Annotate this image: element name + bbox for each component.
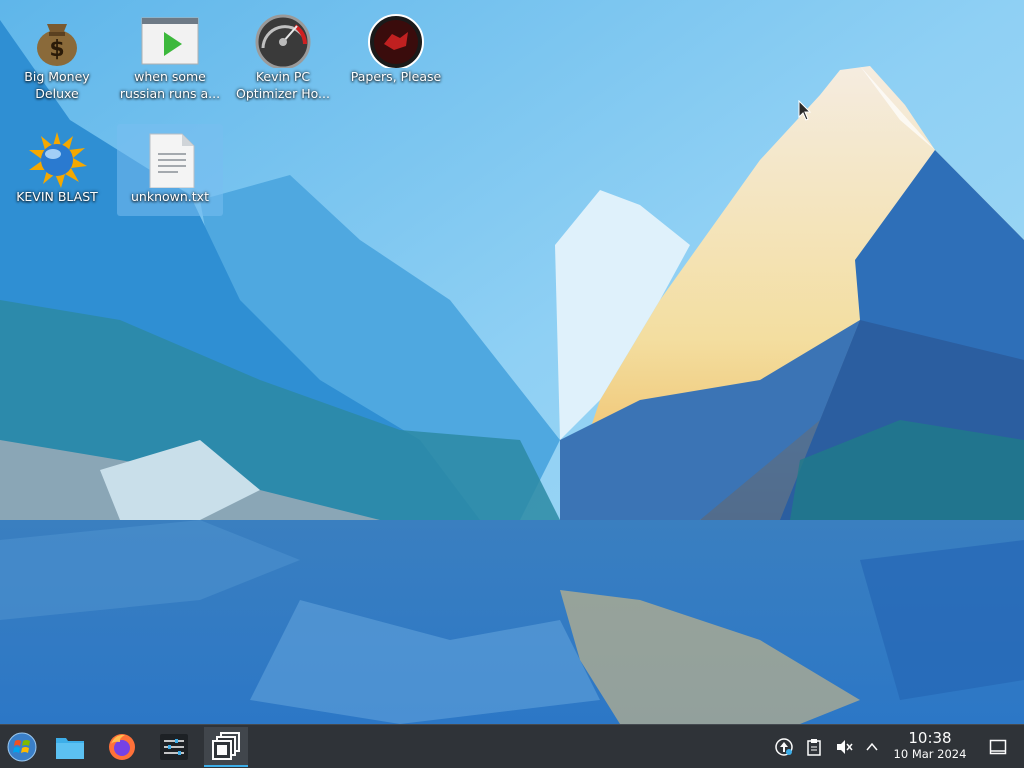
- clipboard-icon[interactable]: [804, 737, 824, 757]
- clock[interactable]: 10:38 10 Mar 2024: [886, 729, 974, 761]
- svg-text:$: $: [49, 37, 64, 62]
- firefox-icon: [109, 734, 135, 760]
- text-file-icon: [138, 132, 202, 189]
- desktop-icon-papers-please[interactable]: Papers, Please: [343, 4, 449, 96]
- start-menu-icon: [7, 732, 37, 762]
- sun-globe-icon: [25, 132, 89, 188]
- start-menu-button[interactable]: [0, 727, 44, 767]
- settings-icon: [160, 734, 188, 760]
- window-switcher-button[interactable]: [204, 727, 248, 767]
- wallpaper: [0, 0, 1024, 724]
- desktop-icon-label: KEVIN BLAST: [16, 189, 98, 204]
- desktop-icon-label: Kevin PC Optimizer Ho...: [236, 69, 330, 101]
- desktop-icon-label: Papers, Please: [350, 69, 442, 84]
- file-manager-button[interactable]: [48, 727, 92, 767]
- money-bag-icon: $: [25, 12, 89, 68]
- desktop-icon-big-money-deluxe[interactable]: $ Big Money Deluxe: [4, 4, 110, 101]
- window-switcher-icon: [212, 732, 240, 760]
- desktop-icon-video[interactable]: when some russian runs a...: [117, 4, 223, 101]
- papers-please-icon: [364, 12, 428, 70]
- clock-time: 10:38: [908, 729, 952, 747]
- desktop-icon-label: Big Money Deluxe: [24, 69, 90, 101]
- volume-muted-icon[interactable]: [834, 737, 854, 757]
- speedometer-icon: [251, 12, 315, 70]
- desktop-icon-kevin-pc-optimizer[interactable]: Kevin PC Optimizer Ho...: [230, 4, 336, 101]
- desktop-icon-label: unknown.txt: [131, 189, 209, 204]
- video-play-icon: [138, 12, 202, 68]
- show-desktop-icon[interactable]: [988, 737, 1008, 757]
- desktop[interactable]: $ Big Money Deluxe when some russian run…: [0, 0, 1024, 724]
- desktop-icon-label: when some russian runs a...: [119, 69, 221, 101]
- desktop-icon-unknown-txt[interactable]: unknown.txt: [117, 124, 223, 216]
- chevron-up-icon[interactable]: [862, 737, 882, 757]
- taskbar: 10:38 10 Mar 2024: [0, 724, 1024, 768]
- clock-date: 10 Mar 2024: [893, 747, 967, 761]
- update-icon[interactable]: [774, 737, 794, 757]
- firefox-button[interactable]: [100, 727, 144, 767]
- desktop-icon-kevin-blast[interactable]: KEVIN BLAST: [4, 124, 110, 216]
- mouse-cursor-icon: [798, 100, 812, 121]
- settings-button[interactable]: [152, 727, 196, 767]
- file-manager-icon: [56, 738, 84, 759]
